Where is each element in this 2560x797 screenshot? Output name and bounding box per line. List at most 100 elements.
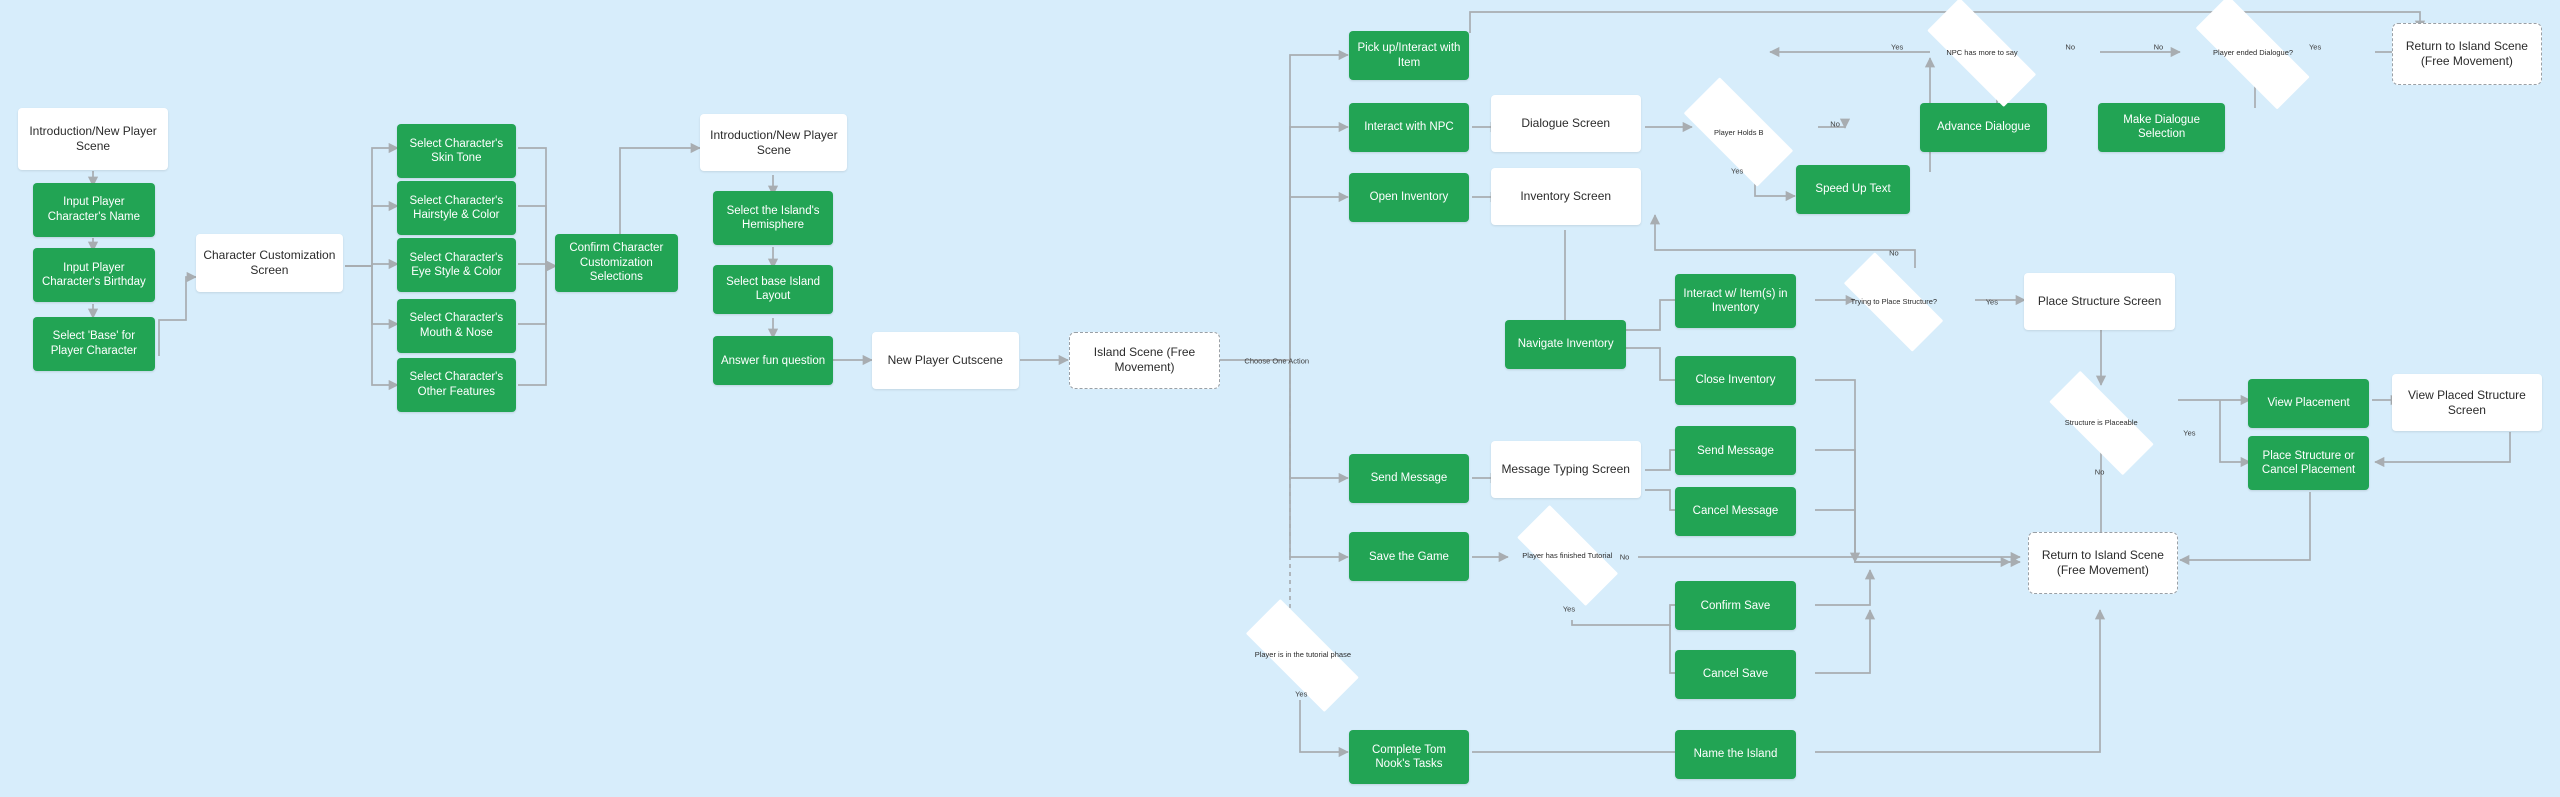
node-funQuestion[interactable]: Answer fun question (713, 336, 833, 386)
node-dialogueScr[interactable]: Dialogue Screen (1490, 94, 1641, 152)
node-sendMsg[interactable]: Send Message (1348, 454, 1470, 503)
node-returnIsland1[interactable]: Return to Island Scene (Free Movement) (2391, 22, 2543, 85)
node-cancelSave[interactable]: Cancel Save (1675, 650, 1796, 699)
node-label: Select 'Base' for Player Character (50, 330, 137, 357)
node-viewPlacedScr[interactable]: View Placed Structure Screen (2391, 374, 2543, 432)
node-saveGame[interactable]: Save the Game (1348, 532, 1470, 582)
node-islandLayout[interactable]: Select base Island Layout (713, 264, 833, 314)
node-viewPlacement[interactable]: View Placement (2248, 378, 2369, 428)
decision-dNpcMore[interactable]: NPC has more to say (1905, 0, 2058, 107)
node-msgTypeScr[interactable]: Message Typing Screen (1490, 440, 1641, 499)
decision-label: Player is in the tutorial phase (1254, 650, 1351, 660)
node-label: Confirm Save (1700, 599, 1771, 612)
node-label: Return to Island Scene (Free Movement) (2041, 548, 2164, 578)
decision-dInTutorial[interactable]: Player is in the tutorial phase (1224, 598, 1381, 712)
edge-label: Choose One Action (1244, 356, 1310, 366)
node-label: Speed Up Text (1815, 183, 1891, 196)
node-label: Interact w/ Item(s) in Inventory (1683, 287, 1788, 315)
decision-dEndedDlg[interactable]: Player ended Dialogue? (2171, 0, 2334, 110)
node-placeOrCancel[interactable]: Place Structure or Cancel Placement (2248, 436, 2369, 490)
node-selectBase[interactable]: Select 'Base' for Player Character (32, 316, 156, 371)
node-label: Select Character's Other Features (409, 371, 504, 398)
node-navInv[interactable]: Navigate Inventory (1505, 320, 1627, 370)
flowchart-canvas: Introduction/New Player Scene Input Playe… (0, 0, 2560, 797)
node-inventoryScr[interactable]: Inventory Screen (1490, 168, 1641, 226)
edge-label: No (2094, 467, 2105, 477)
node-confirmSave[interactable]: Confirm Save (1675, 581, 1796, 631)
edge-label: Yes (1891, 42, 1904, 52)
node-confirmCust[interactable]: Confirm Character Customization Selectio… (555, 233, 678, 293)
node-label: Select Character's Skin Tone (409, 137, 504, 165)
node-speedUpText[interactable]: Speed Up Text (1795, 164, 1911, 214)
decision-dFinishedTut[interactable]: Player has finished Tutorial (1499, 504, 1636, 606)
node-label: Input Player Character's Name (47, 196, 141, 223)
node-label: Make Dialogue Selection (2123, 114, 2200, 141)
node-label: View Placement (2267, 397, 2350, 410)
node-label: Place Structure Screen (2037, 293, 2162, 308)
node-eyeStyle[interactable]: Select Character's Eye Style & Color (396, 238, 516, 293)
node-sendMsg2[interactable]: Send Message (1675, 426, 1796, 476)
node-label: New Player Cutscene (887, 352, 1003, 367)
node-mouthNose[interactable]: Select Character's Mouth & Nose (396, 298, 516, 353)
node-label: Select base Island Layout (726, 275, 821, 303)
node-label: Message Typing Screen (1501, 462, 1630, 477)
node-closeInv[interactable]: Close Inventory (1675, 356, 1796, 406)
node-label: Dialogue Screen (1521, 115, 1611, 130)
node-label: Advance Dialogue (1937, 121, 2031, 134)
edge-label: No (1830, 119, 1840, 129)
node-label: Send Message (1370, 472, 1448, 485)
node-inputName[interactable]: Input Player Character's Name (32, 182, 156, 237)
node-label: Select the Island's Hemisphere (726, 204, 820, 232)
node-nameIsland[interactable]: Name the Island (1675, 730, 1796, 780)
decision-label: Player ended Dialogue? (2213, 47, 2294, 57)
node-label: View Placed Structure Screen (2408, 387, 2526, 417)
node-interactItem[interactable]: Interact w/ Item(s) in Inventory (1675, 274, 1796, 329)
decision-dPlayerHoldsB[interactable]: Player Holds B (1665, 77, 1812, 187)
decision-label: Structure is Placeable (2064, 418, 2138, 428)
node-label: Island Scene (Free Movement) (1093, 345, 1196, 375)
edge-label: Yes (1562, 604, 1576, 614)
node-label: Character Customization Screen (203, 247, 336, 277)
node-makeDialogue[interactable]: Make Dialogue Selection (2097, 102, 2226, 152)
node-label: Cancel Message (1692, 504, 1779, 517)
node-openInv[interactable]: Open Inventory (1348, 173, 1470, 223)
node-label: Interact with NPC (1364, 121, 1454, 134)
decision-label: Trying to Place Structure? (1850, 297, 1938, 307)
node-interactNPC[interactable]: Interact with NPC (1348, 102, 1470, 152)
node-label: Complete Tom Nook's Tasks (1372, 743, 1446, 770)
node-label: Input Player Character's Birthday (41, 261, 146, 289)
node-otherFeat[interactable]: Select Character's Other Features (396, 357, 516, 412)
node-label: Cancel Save (1702, 668, 1769, 681)
node-charCustScr[interactable]: Character Customization Screen (195, 233, 343, 293)
edge-label: Yes (1731, 166, 1744, 176)
node-label: Select Character's Eye Style & Color (409, 252, 504, 279)
node-intro2[interactable]: Introduction/New Player Scene (700, 114, 848, 172)
edge-label: Yes (2183, 428, 2196, 438)
node-label: Inventory Screen (1520, 189, 1612, 204)
node-tomNook[interactable]: Complete Tom Nook's Tasks (1348, 730, 1470, 784)
edge-label: No (2065, 42, 2075, 52)
node-cancelMsg[interactable]: Cancel Message (1675, 486, 1796, 536)
node-label: Name the Island (1693, 748, 1778, 761)
node-returnIsland2[interactable]: Return to Island Scene (Free Movement) (2027, 532, 2178, 595)
node-label: Save the Game (1369, 550, 1449, 563)
node-hemisphere[interactable]: Select the Island's Hemisphere (713, 191, 833, 245)
node-pickUp[interactable]: Pick up/Interact with Item (1348, 31, 1470, 80)
node-label: Select Character's Mouth & Nose (409, 312, 504, 339)
node-newPlayerCut[interactable]: New Player Cutscene (871, 331, 1019, 389)
node-skinTone[interactable]: Select Character's Skin Tone (396, 124, 516, 178)
edge-label: Yes (1985, 297, 1998, 307)
decision-dTryPlace[interactable]: Trying to Place Structure? (1825, 252, 1962, 352)
node-islandScene[interactable]: Island Scene (Free Movement) (1069, 331, 1220, 389)
node-label: Navigate Inventory (1517, 338, 1614, 351)
decision-label: NPC has more to say (1946, 47, 2018, 57)
node-inputBday[interactable]: Input Player Character's Birthday (32, 248, 156, 303)
node-label: Send Message (1697, 444, 1774, 457)
node-placeStrScr[interactable]: Place Structure Screen (2024, 272, 2175, 330)
edge-label: No (1889, 248, 1899, 258)
node-label: Return to Island Scene (Free Movement) (2405, 38, 2528, 68)
decision-dPlaceable[interactable]: Structure is Placeable (2028, 370, 2175, 476)
node-advDialogue[interactable]: Advance Dialogue (1920, 102, 2048, 152)
node-hairStyle[interactable]: Select Character's Hairstyle & Color (396, 181, 516, 236)
node-intro1[interactable]: Introduction/New Player Scene (17, 107, 169, 170)
